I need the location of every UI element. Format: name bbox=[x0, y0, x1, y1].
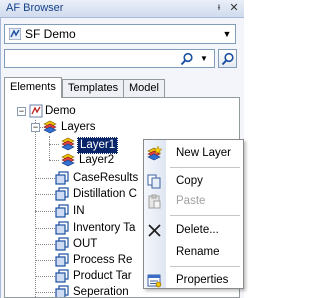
search-icon bbox=[221, 52, 234, 66]
delete-icon bbox=[148, 224, 161, 237]
menu-separator bbox=[170, 167, 240, 168]
layer-icon bbox=[61, 137, 75, 151]
tree-node-element[interactable]: IN bbox=[5, 204, 145, 219]
element-icon bbox=[55, 285, 69, 297]
element-icon bbox=[55, 221, 69, 235]
paste-icon bbox=[148, 194, 161, 209]
menu-item-rename[interactable]: Rename bbox=[144, 241, 243, 263]
collapse-icon[interactable]: − bbox=[31, 123, 40, 132]
tree-label-layers: Layers bbox=[61, 121, 96, 133]
collapse-icon[interactable]: − bbox=[17, 107, 26, 116]
tree-node-layer1[interactable]: Layer1 bbox=[5, 137, 165, 154]
tab-templates[interactable]: Templates bbox=[62, 79, 125, 97]
tree-node-element[interactable]: Seperation bbox=[5, 285, 145, 298]
layers-icon bbox=[43, 120, 57, 134]
chevron-down-icon[interactable]: ▼ bbox=[219, 25, 235, 43]
context-menu: New Layer Copy Paste Delete... Rename Pr… bbox=[143, 139, 244, 289]
new-layer-icon bbox=[147, 146, 162, 161]
menu-separator bbox=[170, 215, 240, 216]
tree-label-element: OUT bbox=[73, 238, 98, 250]
magnifier-icon[interactable] bbox=[180, 52, 194, 66]
layer-icon bbox=[61, 153, 75, 167]
tree-label-element: CaseResults bbox=[73, 172, 139, 184]
element-icon bbox=[55, 269, 69, 283]
tree-label-element: Process Re bbox=[73, 254, 133, 266]
tree-node-layers[interactable]: − Layers bbox=[5, 120, 145, 135]
search-options-arrow-icon[interactable]: ▼ bbox=[198, 50, 210, 67]
search-input[interactable]: ▼ bbox=[4, 49, 215, 68]
tree-label-element: Seperation bbox=[73, 286, 129, 298]
menu-label: Paste bbox=[176, 195, 206, 207]
menu-label: Delete... bbox=[176, 224, 219, 236]
database-node-icon bbox=[29, 104, 43, 118]
tab-elements[interactable]: Elements bbox=[4, 77, 62, 98]
tree-label-root: Demo bbox=[45, 105, 76, 117]
tree-label-layer2: Layer2 bbox=[79, 154, 115, 166]
database-icon bbox=[9, 28, 21, 40]
tree-node-element[interactable]: Process Re bbox=[5, 253, 145, 268]
tree-label-element: Distillation C bbox=[73, 188, 137, 200]
element-icon bbox=[55, 237, 69, 251]
menu-label: New Layer bbox=[176, 147, 231, 159]
element-icon bbox=[55, 171, 69, 185]
close-icon[interactable]: ✕ bbox=[227, 2, 241, 14]
tree-label-element: Product Tar bbox=[73, 270, 132, 282]
database-name: SF Demo bbox=[25, 27, 76, 41]
element-icon bbox=[55, 187, 69, 201]
title-bar: AF Browser ᵻ ✕ bbox=[0, 0, 244, 18]
tree-node-element[interactable]: CaseResults bbox=[5, 171, 145, 186]
menu-item-copy[interactable]: Copy bbox=[144, 170, 243, 192]
tree-label-layer1: Layer1 bbox=[77, 137, 119, 154]
menu-label: Properties bbox=[176, 274, 229, 286]
element-icon bbox=[55, 204, 69, 218]
element-icon bbox=[55, 253, 69, 267]
menu-label: Copy bbox=[176, 175, 203, 187]
menu-item-new-layer[interactable]: New Layer bbox=[144, 142, 243, 164]
menu-label: Rename bbox=[176, 246, 220, 258]
menu-item-paste[interactable]: Paste bbox=[144, 190, 243, 212]
tree-node-element[interactable]: OUT bbox=[5, 237, 145, 252]
menu-separator bbox=[170, 266, 240, 267]
tree-node-element[interactable]: Distillation C bbox=[5, 187, 145, 202]
tree-node-element[interactable]: Product Tar bbox=[5, 269, 145, 284]
tree-node-layer2[interactable]: Layer2 bbox=[5, 153, 165, 168]
database-selector[interactable]: SF Demo ▼ bbox=[4, 24, 236, 44]
menu-item-delete[interactable]: Delete... bbox=[144, 219, 243, 241]
pin-icon[interactable]: ᵻ bbox=[212, 2, 226, 14]
tree-label-element: IN bbox=[73, 205, 85, 217]
menu-item-properties[interactable]: Properties bbox=[144, 269, 243, 291]
tree-node-element[interactable]: Inventory Ta bbox=[5, 221, 145, 236]
tree-label-element: Inventory Ta bbox=[73, 222, 136, 234]
tree-node-root[interactable]: − Demo bbox=[5, 104, 105, 119]
properties-icon bbox=[147, 274, 162, 288]
tab-model[interactable]: Model bbox=[123, 79, 165, 97]
copy-icon bbox=[147, 174, 161, 189]
find-button[interactable] bbox=[218, 49, 237, 68]
window-title: AF Browser bbox=[6, 2, 64, 14]
